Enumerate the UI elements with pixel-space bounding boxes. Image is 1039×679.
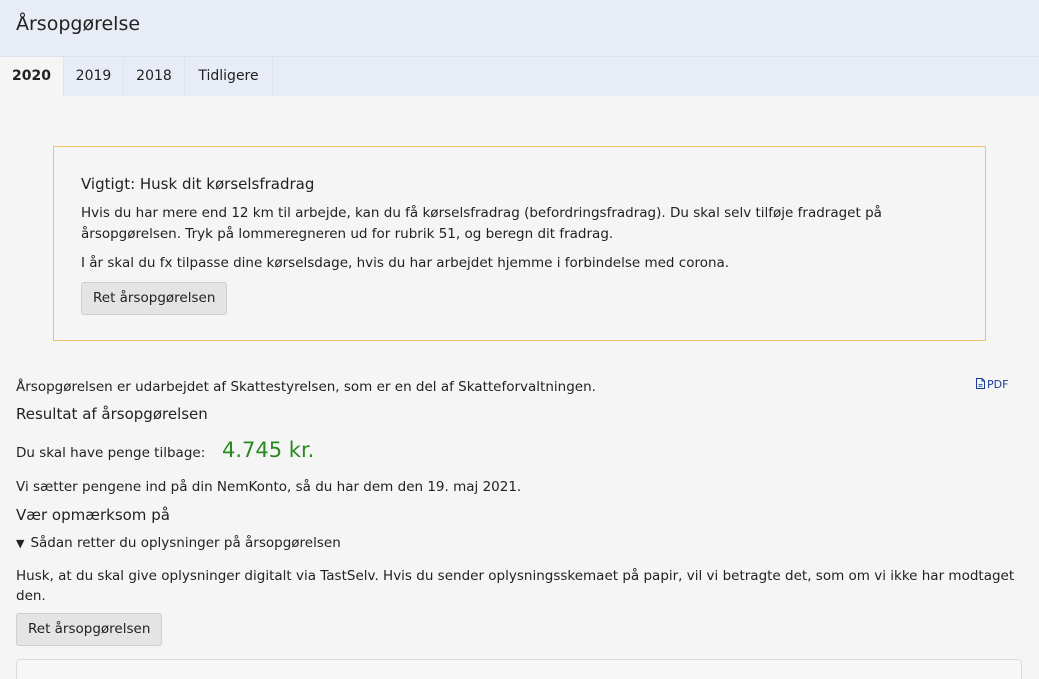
- page-header: Årsopgørelse: [0, 0, 1039, 57]
- correction-disclosure-toggle[interactable]: ▼ Sådan retter du oplysninger på årsopgør…: [16, 535, 341, 551]
- pdf-link-label: PDF: [987, 378, 1009, 391]
- edit-tax-return-button-bottom[interactable]: Ret årsopgørelsen: [16, 613, 163, 646]
- prepared-by-text: Årsopgørelsen er udarbejdet af Skattesty…: [16, 379, 596, 395]
- tab-2020[interactable]: 2020: [0, 57, 64, 96]
- refund-amount: 4.745 kr.: [222, 438, 315, 462]
- document-icon: [976, 378, 985, 389]
- tab-2019[interactable]: 2019: [64, 57, 124, 96]
- next-section-panel: [16, 659, 1022, 679]
- pdf-link[interactable]: PDF: [976, 378, 1008, 391]
- important-notice: Vigtigt: Husk dit kørselsfradrag Hvis du…: [53, 146, 986, 341]
- tab-tidligere[interactable]: Tidligere: [185, 57, 273, 96]
- notice-title: Vigtigt: Husk dit kørselsfradrag: [81, 175, 315, 193]
- disclosure-label: Sådan retter du oplysninger på årsopgøre…: [30, 535, 341, 551]
- payout-text: Vi sætter pengene ind på din NemKonto, s…: [16, 479, 522, 495]
- correction-instructions: Husk, at du skal give oplysninger digita…: [16, 568, 1015, 604]
- result-heading: Resultat af årsopgørelsen: [16, 405, 208, 423]
- attention-heading: Vær opmærksom på: [16, 506, 170, 524]
- tab-2018[interactable]: 2018: [124, 57, 185, 96]
- triangle-down-icon: ▼: [16, 537, 25, 550]
- notice-paragraph: I år skal du fx tilpasse dine kørselsdag…: [81, 255, 730, 271]
- year-tabs: 2020 2019 2018 Tidligere: [0, 57, 1039, 96]
- refund-label: Du skal have penge tilbage:: [16, 445, 206, 461]
- edit-tax-return-button[interactable]: Ret årsopgørelsen: [81, 282, 228, 315]
- notice-paragraph: Hvis du har mere end 12 km til arbejde, …: [81, 205, 882, 242]
- page-title: Årsopgørelse: [16, 13, 141, 35]
